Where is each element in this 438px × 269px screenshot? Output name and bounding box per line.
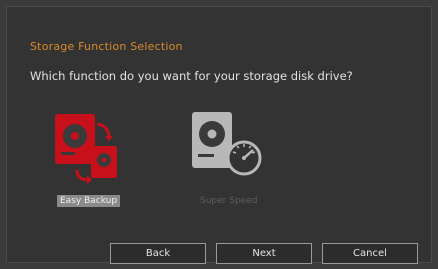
option-label-easy-backup: Easy Backup (57, 195, 121, 207)
back-button[interactable]: Back (110, 243, 206, 264)
dialog-window: Storage Function Selection Which functio… (0, 0, 438, 269)
option-easy-backup[interactable]: Easy Backup (47, 108, 131, 216)
question-text: Which function do you want for your stor… (30, 69, 353, 83)
backup-drives-icon (55, 114, 117, 184)
speed-drive-icon (192, 112, 262, 176)
option-label-super-speed: Super Speed (200, 196, 258, 206)
dialog-title: Storage Function Selection (30, 40, 183, 53)
next-button[interactable]: Next (216, 243, 312, 264)
cancel-button[interactable]: Cancel (322, 243, 418, 264)
option-super-speed[interactable]: Super Speed (180, 108, 280, 216)
